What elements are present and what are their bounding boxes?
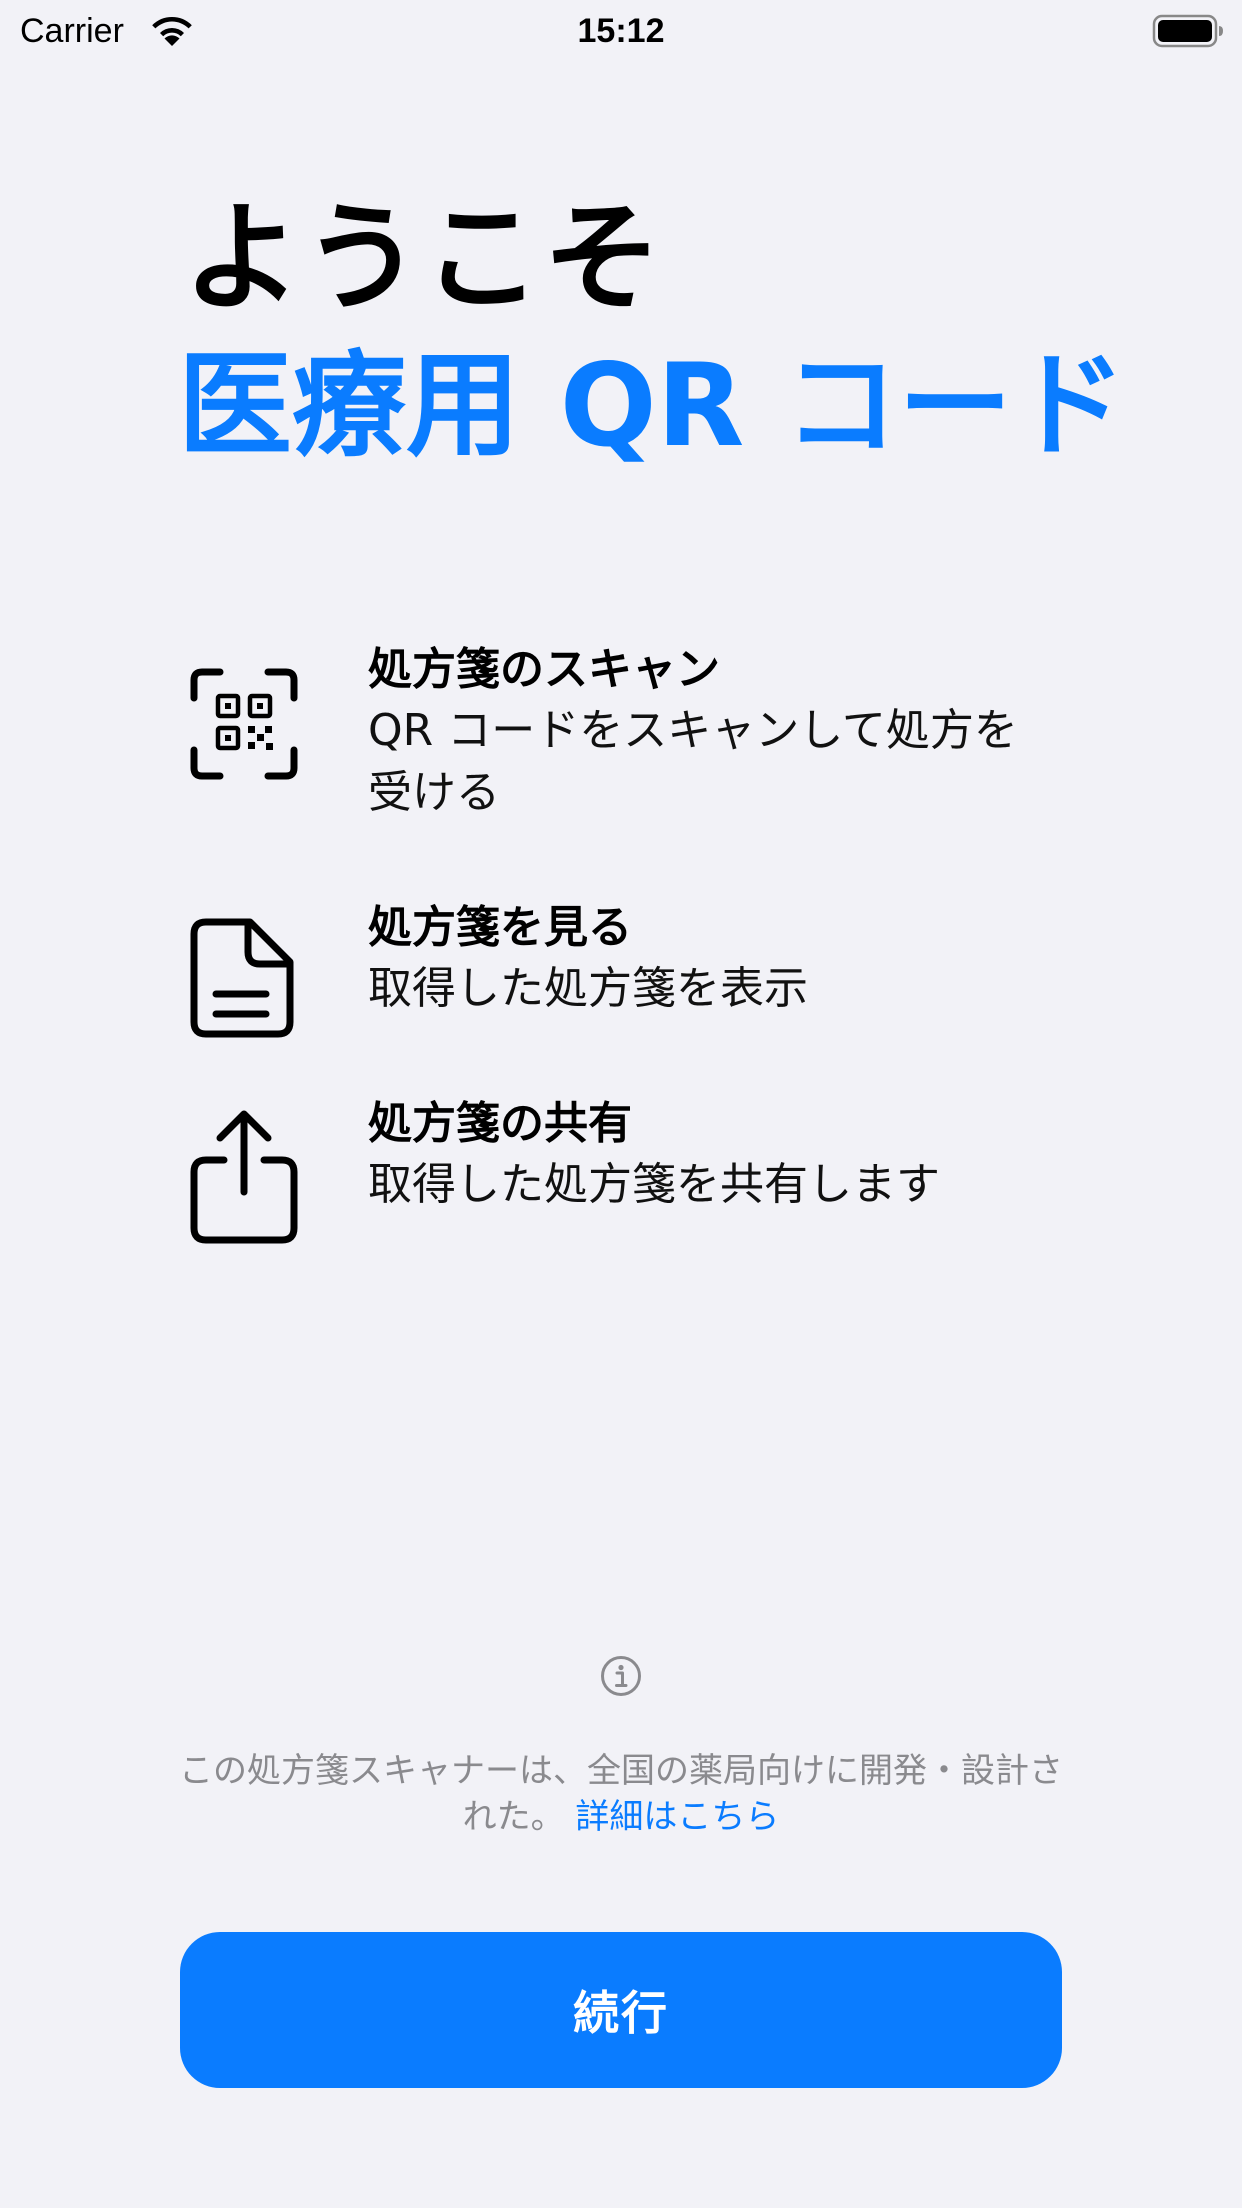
share-icon (190, 1110, 298, 1244)
feature-description: 取得した処方箋を表示 (368, 963, 808, 1014)
feature-title: 処方箋のスキャン (368, 644, 720, 695)
qr-code-viewfinder-icon (190, 668, 298, 780)
feature-description: 取得した処方箋を共有します (368, 1159, 940, 1210)
continue-button-label: 続行 (573, 1986, 669, 2040)
document-icon (190, 918, 294, 1038)
status-bar: Carrier 15:12 (0, 0, 1242, 62)
battery-full-icon (1152, 14, 1223, 48)
info-circle-icon (601, 1656, 641, 1696)
continue-button[interactable]: 続行 (180, 1932, 1062, 2088)
learn-more-link[interactable]: 詳細はこちら (575, 1797, 779, 1837)
welcome-title: ようこそ (183, 189, 664, 327)
clock: 15:12 (577, 12, 665, 50)
info-text: この処方箋スキャナーは、全国の薬局向けに開発・設計された。 詳細はこちら (170, 1748, 1072, 1840)
feature-description: QR コードをスキャンして処方を受ける (368, 705, 1018, 818)
feature-title: 処方箋を見る (368, 902, 632, 953)
app-title: 医療用 QR コード (178, 339, 1127, 472)
feature-share-text: 処方箋の共有 取得した処方箋を共有します (368, 1094, 1028, 1216)
feature-title: 処方箋の共有 (368, 1098, 632, 1149)
feature-scan-text: 処方箋のスキャン QR コードをスキャンして処方を受ける (368, 640, 1028, 824)
feature-view-text: 処方箋を見る 取得した処方箋を表示 (368, 898, 1028, 1020)
